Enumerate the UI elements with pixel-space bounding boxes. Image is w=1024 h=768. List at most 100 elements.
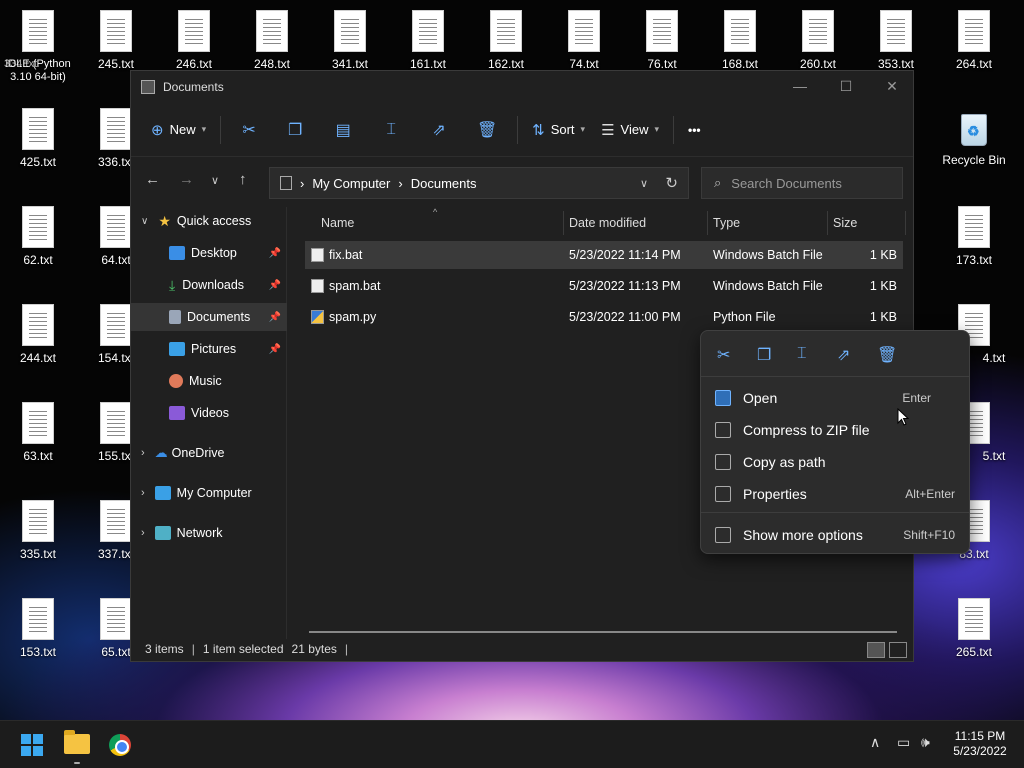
maximize-button[interactable]: ☐ xyxy=(823,71,869,101)
menu-item-show-more-options[interactable]: Show more options Shift+F10 xyxy=(705,520,965,550)
desktop-icon-file[interactable]: 425.txt xyxy=(0,98,76,192)
pin-icon: 📌 xyxy=(268,343,281,355)
rename-button[interactable]: ⌶ xyxy=(367,114,415,146)
text-file-icon xyxy=(22,108,54,150)
sidebar-item-quick-access[interactable]: ∨ ★ Quick access xyxy=(131,207,287,235)
column-header-size[interactable]: Size xyxy=(833,207,857,239)
forward-arrow-icon[interactable]: → xyxy=(179,171,194,188)
menu-item-compress-zip[interactable]: Compress to ZIP file xyxy=(705,415,965,445)
new-button[interactable]: ⊕ New ▾ xyxy=(143,114,214,146)
sidebar-item-videos[interactable]: Videos xyxy=(131,399,287,427)
chevron-down-icon: ▾ xyxy=(580,124,586,134)
copy-button[interactable]: ❐ xyxy=(271,114,319,146)
status-item-count: 3 items xyxy=(145,642,184,656)
horizontal-scrollbar[interactable] xyxy=(309,631,897,633)
copy-icon[interactable]: ❐ xyxy=(757,345,771,365)
file-explorer-taskbar-icon[interactable] xyxy=(64,730,90,754)
chevron-down-icon: ▾ xyxy=(201,124,207,134)
desktop-icon-file[interactable]: 264.txt xyxy=(936,0,1012,94)
desktop-icon-label: 335.txt xyxy=(19,547,57,561)
column-header-name[interactable]: Name xyxy=(321,207,354,239)
sidebar-item-pictures[interactable]: Pictures 📌 xyxy=(131,335,287,363)
search-input[interactable]: ⌕ Search Documents xyxy=(701,167,903,199)
share-button[interactable]: ⇗ xyxy=(415,114,463,146)
file-row[interactable]: spam.bat 5/23/2022 11:13 PM Windows Batc… xyxy=(305,272,903,300)
zip-folder-icon xyxy=(715,422,731,438)
sidebar-item-downloads[interactable]: ⤓ Downloads 📌 xyxy=(131,271,287,299)
tiles-view-icon[interactable] xyxy=(889,642,907,658)
menu-item-open[interactable]: Open Enter xyxy=(705,383,965,413)
chrome-taskbar-icon[interactable] xyxy=(109,734,131,756)
desktop-icon-label: 65.txt xyxy=(101,645,131,659)
back-arrow-icon[interactable]: ← xyxy=(145,171,160,188)
share-icon[interactable]: ⇗ xyxy=(837,345,850,365)
file-row[interactable]: fix.bat 5/23/2022 11:14 PM Windows Batch… xyxy=(305,241,903,269)
sort-button[interactable]: ⇅ Sort ▾ xyxy=(524,114,593,146)
minimize-button[interactable]: — xyxy=(777,71,823,101)
sidebar-item-label: Desktop xyxy=(191,246,237,260)
desktop-icon-file[interactable]: 244.txt xyxy=(0,294,76,388)
sidebar-item-documents[interactable]: Documents 📌 xyxy=(131,303,287,331)
breadcrumb-my-computer[interactable]: My Computer xyxy=(312,176,390,191)
delete-button[interactable]: 🗑 xyxy=(463,114,511,146)
address-dropdown-chevron-icon[interactable]: ∨ xyxy=(640,177,648,190)
desktop-icon-recycle-bin[interactable]: ♻ Recycle Bin xyxy=(936,98,1012,192)
chevron-right-icon: › xyxy=(141,447,145,459)
sidebar-item-onedrive[interactable]: › ☁ OneDrive xyxy=(131,439,287,467)
recent-locations-chevron-icon[interactable]: ∨ xyxy=(211,174,219,187)
desktop-icon-idle[interactable]: 334.txt IDLE (Python 3.10 64-bit) xyxy=(0,0,76,94)
menu-item-label: Compress to ZIP file xyxy=(743,422,870,438)
column-divider[interactable] xyxy=(563,211,564,235)
text-file-icon xyxy=(100,206,132,248)
column-divider[interactable] xyxy=(905,211,906,235)
cut-icon[interactable]: ✂ xyxy=(717,345,730,365)
desktop-icon-file[interactable]: 335.txt xyxy=(0,490,76,584)
address-bar[interactable]: › My Computer › Documents ∨ ↻ xyxy=(269,167,689,199)
file-size: 1 KB xyxy=(869,310,897,324)
desktop-icon-file[interactable]: 153.txt xyxy=(0,588,76,682)
file-size: 1 KB xyxy=(869,279,897,293)
column-divider[interactable] xyxy=(707,211,708,235)
desktop-icon-label: 336.txt xyxy=(97,155,135,169)
up-arrow-icon[interactable]: ↑ xyxy=(239,171,247,188)
paste-button[interactable]: ▤ xyxy=(319,114,367,146)
more-options-button[interactable]: ••• xyxy=(680,114,709,146)
sidebar-item-label: My Computer xyxy=(176,486,252,500)
column-divider[interactable] xyxy=(827,211,828,235)
desktop-icon-file[interactable]: 63.txt xyxy=(0,392,76,486)
desktop-icon-file[interactable]: 265.txt xyxy=(936,588,1012,682)
sidebar-item-network[interactable]: › Network xyxy=(131,519,287,547)
sidebar-item-my-computer[interactable]: › My Computer xyxy=(131,479,287,507)
breadcrumb-documents[interactable]: Documents xyxy=(411,176,477,191)
menu-item-copy-as-path[interactable]: Copy as path xyxy=(705,447,965,477)
running-indicator xyxy=(74,762,80,764)
desktop-icon-file[interactable]: 173.txt xyxy=(936,196,1012,290)
rename-icon[interactable]: ⌶ xyxy=(797,345,807,363)
delete-icon[interactable]: 🗑 xyxy=(877,345,897,365)
text-file-icon xyxy=(958,10,990,52)
menu-item-properties[interactable]: Properties Alt+Enter xyxy=(705,479,965,509)
network-status-icon[interactable]: ▭ xyxy=(897,734,910,751)
sidebar-item-desktop[interactable]: Desktop 📌 xyxy=(131,239,287,267)
computer-icon xyxy=(280,176,292,190)
column-header-type[interactable]: Type xyxy=(713,207,740,239)
column-header-date[interactable]: Date modified xyxy=(569,207,646,239)
search-icon: ⌕ xyxy=(714,175,722,190)
volume-icon[interactable]: 🕪 xyxy=(921,734,930,751)
file-row[interactable]: spam.py 5/23/2022 11:00 PM Python File 1… xyxy=(305,303,903,331)
desktop-icon-label: 62.txt xyxy=(23,253,53,267)
details-view-icon[interactable] xyxy=(867,642,885,658)
close-button[interactable]: ✕ xyxy=(869,71,915,101)
desktop-icon-file[interactable]: 62.txt xyxy=(0,196,76,290)
chevron-right-icon: › xyxy=(141,487,145,499)
star-icon: ★ xyxy=(158,212,171,229)
view-button[interactable]: ☰ View ▾ xyxy=(593,114,667,146)
refresh-icon[interactable]: ↻ xyxy=(665,174,678,192)
sidebar-item-music[interactable]: Music xyxy=(131,367,287,395)
start-button[interactable] xyxy=(21,734,43,756)
cut-button[interactable]: ✂ xyxy=(227,114,271,146)
clock[interactable]: 11:15 PM 5/23/2022 xyxy=(944,729,1016,759)
title-bar[interactable]: Documents — ☐ ✕ xyxy=(131,71,913,103)
show-hidden-icons-chevron-icon[interactable]: ∧ xyxy=(870,734,880,751)
sidebar-item-label: Quick access xyxy=(176,214,252,228)
